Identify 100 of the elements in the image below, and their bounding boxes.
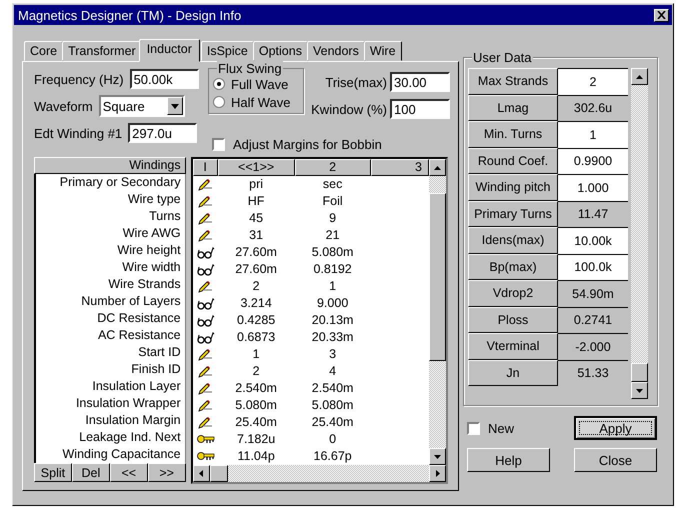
row-label: Wire height [116,242,182,259]
parameter-label[interactable]: Lmag [468,94,558,121]
tab[interactable]: Wire [364,41,402,61]
window-title: Magnetics Designer (TM) - Design Info [18,8,242,22]
table-cell-text: 2 [252,363,261,380]
parameter-label[interactable]: Round Coef. [468,148,558,174]
column-header[interactable]: I [192,159,218,176]
glasses-icon [196,298,215,310]
grid-button[interactable]: << [110,463,148,482]
value-field[interactable]: 1.000 [558,174,628,200]
table-cell-text: 1 [328,278,338,295]
horizontal-scrollbar[interactable] [192,465,446,482]
table-cell-text: 1 [252,346,261,363]
radio-button[interactable] [213,96,225,108]
parameter-label[interactable]: Bp(max) [468,254,558,280]
table-cell-text: 5.080m [310,244,354,261]
scroll-thumb[interactable] [210,465,228,482]
dialog-button[interactable]: Close [574,448,657,472]
value-field[interactable]: 100.0k [558,254,628,280]
row-label: Wire Strands [107,276,182,293]
tab[interactable]: Core [24,41,64,61]
table-cell-text: 25.40m [310,414,354,431]
pencil-icon [196,178,213,190]
key-icon [196,451,215,462]
parameter-label[interactable]: Vterminal [468,333,558,360]
parameter-label[interactable]: Min. Turns [468,121,558,148]
close-button[interactable] [654,8,669,22]
radio-option[interactable]: Full Wave [213,75,299,93]
parameter-label[interactable]: Primary Turns [468,200,558,227]
field-label: Frequency (Hz) [34,72,124,86]
tab[interactable]: Vendors [306,41,365,61]
key-icon [196,434,215,445]
checkbox-label[interactable]: Adjust Margins for Bobbin [233,137,382,152]
column-header[interactable]: 3 [370,159,429,176]
table-cell-text: 9 [328,210,338,227]
close-icon [657,11,666,19]
kwindow-field[interactable]: 100 [390,99,450,119]
column-header[interactable]: <<1>> [218,159,295,176]
checkbox[interactable] [467,422,480,434]
scroll-thumb[interactable] [429,193,446,361]
table-cell-text: 2.540m [234,380,278,397]
field-label: Edt Winding #1 [34,126,122,140]
vertical-scrollbar[interactable] [429,159,446,465]
pencil-icon [196,416,213,428]
grid-button[interactable]: Del [72,463,110,482]
table-cell-text: 5.080m [234,397,278,414]
tab[interactable]: Inductor [138,39,200,62]
group-title: Flux Swing [217,61,283,76]
value-field[interactable]: 0.9900 [558,148,628,174]
column-header[interactable]: 2 [294,159,371,176]
parameter-label[interactable]: Winding pitch [468,174,558,200]
scroll-left-icon [199,470,204,477]
table-cell-text: 4 [328,363,338,380]
table-cell-text: 2 [252,278,261,295]
value-field[interactable]: 10.00k [558,227,628,254]
parameter-label[interactable]: Jn [468,360,558,386]
parameter-label[interactable]: Ploss [468,306,558,333]
scroll-down-icon [434,454,441,458]
table-cell-text: 27.60m [234,244,278,261]
scroll-up-icon [636,74,643,78]
row-label: Primary or Secondary [58,174,182,191]
table-cell-text: 20.13m [310,312,354,329]
table-cell-text: 45 [248,210,264,227]
pencil-icon [196,212,213,224]
radio-option[interactable]: Half Wave [213,93,299,111]
dialog-button[interactable]: Help [467,448,550,472]
table-cell-text: 0.8192 [312,261,353,278]
table-cell-text: 0.6873 [236,329,276,346]
pencil-icon [196,382,213,394]
table-cell-text: 20.33m [310,329,354,346]
scroll-thumb[interactable] [631,363,648,382]
parameter-label[interactable]: Vdrop2 [468,280,558,306]
grid-button[interactable]: Split [34,463,72,482]
grid-button[interactable]: >> [148,463,186,482]
table-cell-text: 11.04p [236,448,276,465]
row-label: Insulation Layer [91,378,182,395]
dialog-button[interactable]: Apply [574,416,657,440]
table-cell-text: 25.40m [234,414,278,431]
parameter-label[interactable]: Max Strands [468,68,558,94]
table-cell-text: 16.67p [312,448,353,465]
checkbox[interactable] [212,138,225,151]
value-field[interactable]: 2 [558,68,628,94]
parameter-label[interactable]: Idens(max) [468,227,558,254]
table-cell-text: 0 [328,431,338,448]
glasses-icon [196,332,215,344]
radio-button[interactable] [213,78,225,90]
trise-field[interactable]: 30.00 [390,72,450,92]
frequency-field[interactable]: 50.00k [130,69,199,89]
value-field[interactable]: 1 [558,121,628,148]
table-cell-text: sec [322,176,344,193]
row-label: Start ID [137,344,182,361]
field-label: Trise(max) [325,74,387,90]
row-label: Turns [148,208,182,225]
vertical-scrollbar[interactable] [631,68,648,399]
row-label: Wire AWG [122,225,182,242]
checkbox-label[interactable]: New [488,420,514,436]
waveform-dropdown[interactable]: Square [98,95,185,117]
table-cell-text: 5.080m [310,397,354,414]
winding-field[interactable]: 297.0u [128,123,198,143]
field-label: Kwindow (%) [311,102,387,116]
